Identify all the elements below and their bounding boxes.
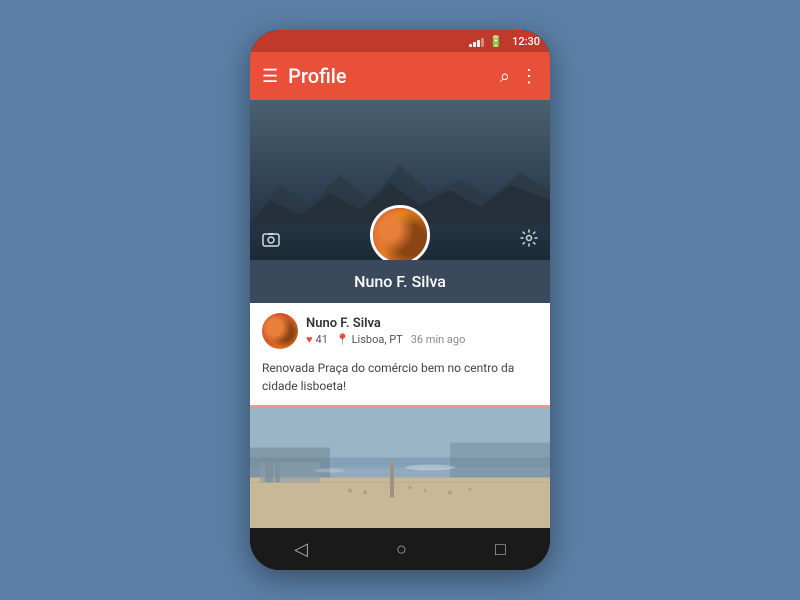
post-author: Nuno F. Silva — [306, 316, 538, 331]
signal-bar-3 — [477, 40, 480, 47]
heart-icon: ♥ — [306, 333, 313, 346]
battery-icon: 🔋 — [489, 35, 503, 48]
cover-photo — [250, 100, 550, 260]
signal-bar-2 — [473, 42, 476, 47]
likes-count: 41 — [316, 333, 328, 346]
signal-indicator — [469, 35, 484, 47]
location-icon: 📍 — [336, 333, 350, 346]
profile-avatar-container — [370, 205, 430, 260]
profile-name: Nuno F. Silva — [354, 272, 446, 291]
post-likes: ♥ 41 — [306, 333, 328, 346]
avatar-image — [373, 208, 427, 260]
post-time: 36 min ago — [411, 333, 466, 346]
post-text: Renovada Praça do comércio bem no centro… — [250, 355, 550, 405]
post-info: ♥ 41 📍 Lisboa, PT 36 min ago — [306, 333, 538, 346]
cover-photo-edit-icon[interactable] — [262, 231, 280, 252]
status-time: 12:30 — [512, 35, 540, 48]
signal-bar-4 — [481, 38, 484, 47]
menu-icon[interactable]: ☰ — [262, 66, 278, 87]
post-avatar-image — [262, 313, 298, 349]
page-title: Profile — [288, 64, 490, 88]
post-avatar — [262, 313, 298, 349]
harbor-svg — [250, 407, 550, 528]
post-location: 📍 Lisboa, PT — [336, 333, 403, 346]
back-icon[interactable]: ◁ — [294, 539, 308, 560]
profile-name-section: Nuno F. Silva — [250, 260, 550, 303]
scene-water — [250, 407, 550, 528]
post-card: Nuno F. Silva ♥ 41 📍 Lisboa, PT 36 min a… — [250, 303, 550, 407]
recent-apps-icon[interactable]: □ — [495, 539, 506, 560]
avatar[interactable] — [370, 205, 430, 260]
settings-icon[interactable] — [520, 229, 538, 252]
post-header: Nuno F. Silva ♥ 41 📍 Lisboa, PT 36 min a… — [250, 303, 550, 355]
location-text: Lisboa, PT — [352, 333, 403, 346]
signal-bar-1 — [469, 44, 472, 47]
post-meta: Nuno F. Silva ♥ 41 📍 Lisboa, PT 36 min a… — [306, 316, 538, 346]
post-image — [250, 407, 550, 528]
search-icon[interactable]: ⌕ — [500, 66, 510, 87]
status-bar: 🔋 12:30 — [250, 30, 550, 52]
app-bar: ☰ Profile ⌕ ⋮ — [250, 52, 550, 100]
nav-bar: ◁ ○ □ — [250, 528, 550, 570]
home-icon[interactable]: ○ — [396, 539, 407, 560]
phone-frame: 🔋 12:30 ☰ Profile ⌕ ⋮ — [250, 30, 550, 570]
profile-cover — [250, 100, 550, 260]
content: Nuno F. Silva Nuno F. Silva ♥ 41 📍 — [250, 100, 550, 528]
more-icon[interactable]: ⋮ — [520, 66, 538, 87]
